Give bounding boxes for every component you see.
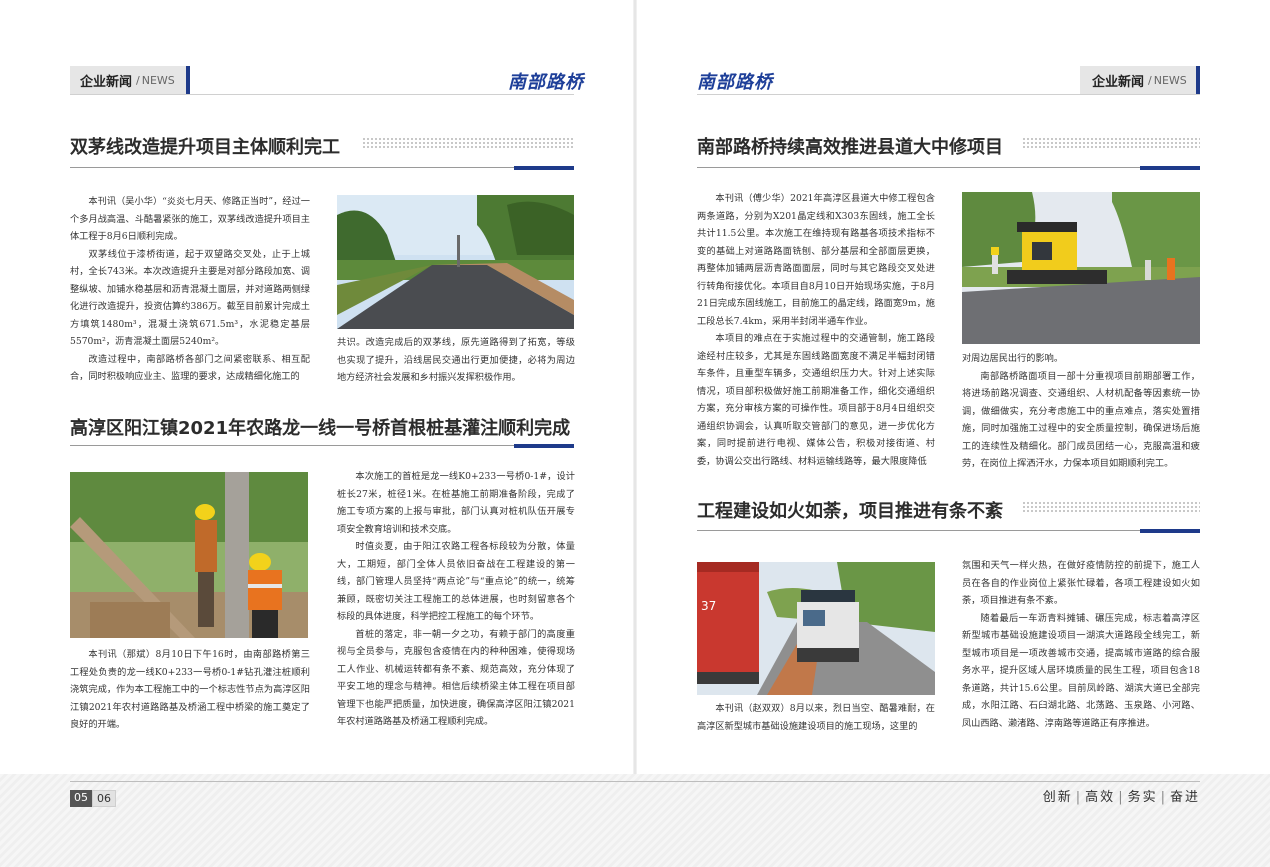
paragraph: 本刊讯（傅少华）2021年高淳区县道大中修工程包含两条道路，分别为X201晶定线… [697,193,935,327]
article2-column1: 本刊讯（那斌）8月10日下午16时，由南部路桥第三工程处负责的龙一线K0+233… [70,646,310,734]
page-number-right: 06 [92,790,116,807]
article3-column1: 本刊讯（傅少华）2021年高淳区县道大中修工程包含两条道路，分别为X201晶定线… [697,190,935,470]
paragraph: 双茅线位于漆桥街道，起于双望路交叉处，止于上城村，全长743米。本次改造提升主要… [70,248,310,348]
article1-title: 双茅线改造提升项目主体顺利完工 [70,137,340,158]
motto-separator: | [1118,790,1125,805]
footer-rule [70,781,1200,782]
article4-title: 工程建设如火如荼，项目推进有条不紊 [697,501,1003,522]
title-dots [362,137,574,149]
title-rule [70,445,574,446]
road-photo [337,195,574,329]
motto-separator: | [1075,790,1083,805]
paragraph: 本次施工的首桩是龙一线K0+233一号桥0-1#，设计桩长27米，桩径1米。在桩… [337,471,575,535]
paving-machine-photo [962,192,1200,344]
paragraph: 南部路桥路面项目一部十分重视项目前期部署工作，将进场前路况调查、交通组织、人材机… [962,370,1200,470]
tab-accent-bar [1196,66,1200,94]
left-section-tab: 企业新闻 / NEWS [70,66,190,94]
title-rule [697,167,1200,168]
pile-foundation-photo [70,472,308,638]
brand-logo-right: 南部路桥 [697,72,773,93]
paragraph: 改造过程中，南部路桥各部门之间紧密联系、相互配合，同时积极响应业主、监理的要求，… [70,353,310,383]
section-title-en: NEWS [1153,73,1187,87]
page-number-left: 05 [70,790,92,807]
section-title-en: NEWS [141,73,175,87]
title-dots [1022,501,1200,513]
article1-column2: 共识。改造完成后的双茅线，原先道路得到了拓宽，等级也实现了提升，沿线居民交通出行… [337,334,575,387]
title-rule-accent [514,444,574,448]
paragraph: 共识。改造完成后的双茅线，原先道路得到了拓宽，等级也实现了提升，沿线居民交通出行… [337,337,575,383]
motto-word: 创新 [1042,790,1073,805]
brand-logo-left: 南部路桥 [508,72,584,93]
paragraph: 首桩的落定，非一朝一夕之功，有赖于部门的高度重视与全员参与，克服包含疫情在内的种… [337,628,575,728]
section-sep: / [136,73,140,87]
section-title-cn: 企业新闻 [1092,74,1145,90]
section-sep: / [1148,73,1152,87]
paragraph: 本刊讯（吴小华）“炎炎七月天、修路正当时”，经过一个多月战高温、斗酷暑紧张的施工… [70,196,310,242]
footer-motto: 创新 | 高效 | 务实 | 奋进 [1043,786,1200,805]
milling-truck-photo: 37 [697,562,935,695]
motto-word: 务实 [1127,790,1158,805]
motto-word: 高效 [1085,790,1116,805]
article1-column1: 本刊讯（吴小华）“炎炎七月天、修路正当时”，经过一个多月战高温、斗酷暑紧张的施工… [70,193,310,386]
motto-word: 奋进 [1169,790,1200,805]
header-rule-right [697,94,1200,95]
article3-title: 南部路桥持续高效推进县道大中修项目 [697,137,1003,158]
article2-title: 高淳区阳江镇2021年农路龙一线一号桥首根桩基灌注顺利完成 [70,418,571,439]
article4-column2: 氛围和天气一样火热，在做好疫情防控的前提下，施工人员在各自的作业岗位上紧张忙碌着… [962,557,1200,732]
paragraph: 本刊讯（那斌）8月10日下午16时，由南部路桥第三工程处负责的龙一线K0+233… [70,649,310,730]
paragraph: 随着最后一车沥青料摊铺、碾压完成，标志着高淳区新型城市基础设施建设项目一湖滨大道… [962,612,1200,729]
section-title-cn: 企业新闻 [80,74,133,90]
motto-separator: | [1160,790,1167,805]
page-numbers: 05 06 [70,790,116,807]
paragraph: 对周边居民出行的影响。 [962,353,1064,364]
article3-column2: 对周边居民出行的影响。 南部路桥路面项目一部十分重视项目前期部署工作，将进场前路… [962,350,1200,473]
paragraph: 本项目的难点在于实施过程中的交通管制，施工路段途经村庄较多，尤其是东固线路面宽度… [697,333,935,467]
title-rule [70,167,574,168]
title-dots [1022,137,1200,149]
tab-accent-bar [186,66,190,94]
title-rule-accent [1140,529,1200,533]
title-rule [697,530,1200,531]
article4-column1: 本刊讯（赵双双）8月以来，烈日当空、酷暑难耐，在高淳区新型城市基础设施建设项目的… [697,700,935,735]
paragraph: 时值炎夏，由于阳江农路工程各标段较为分散，体量大，工期短，部门全体人员依旧奋战在… [337,541,575,622]
right-section-tab: 企业新闻 / NEWS [1080,66,1200,94]
header-rule-left [70,94,574,95]
truck-number: 37 [701,599,716,613]
page-spine [633,0,637,867]
title-rule-accent [514,166,574,170]
article2-column2: 本次施工的首桩是龙一线K0+233一号桥0-1#，设计桩长27米，桩径1米。在桩… [337,468,575,731]
title-rule-accent [1140,166,1200,170]
paragraph: 本刊讯（赵双双）8月以来，烈日当空、酷暑难耐，在高淳区新型城市基础设施建设项目的… [697,703,935,732]
paragraph: 氛围和天气一样火热，在做好疫情防控的前提下，施工人员在各自的作业岗位上紧张忙碌着… [962,560,1200,606]
